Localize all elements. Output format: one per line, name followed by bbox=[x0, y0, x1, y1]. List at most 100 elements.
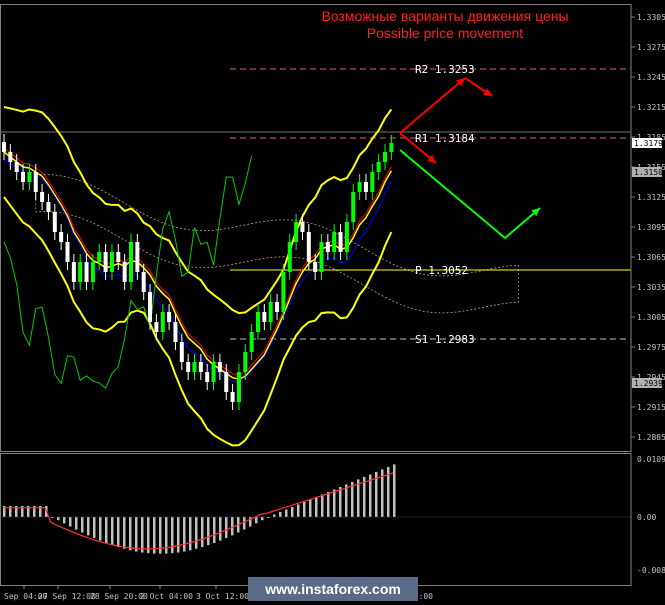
level-label: S1 1.2983 bbox=[415, 333, 475, 346]
osc-tick-label: -0.00867 bbox=[637, 566, 665, 575]
candle-body bbox=[135, 242, 140, 272]
candle-body bbox=[332, 232, 337, 252]
oscillator bbox=[0, 464, 631, 554]
price-tick-label: 1.3275 bbox=[637, 43, 665, 52]
histogram-bar bbox=[333, 489, 336, 517]
candle-body bbox=[141, 272, 146, 292]
histogram-bar bbox=[291, 506, 294, 517]
osc-tick-label: 0.01094 bbox=[637, 455, 665, 464]
indicator-lines bbox=[3, 106, 393, 447]
histogram-bar bbox=[87, 517, 90, 536]
candle-body bbox=[313, 262, 318, 272]
histogram-bar bbox=[147, 517, 150, 554]
histogram-bar bbox=[255, 517, 258, 524]
histogram-bar bbox=[285, 509, 288, 517]
candle-body bbox=[262, 312, 267, 322]
price-badge-label: 1.2939 bbox=[634, 379, 663, 388]
histogram-bar bbox=[213, 517, 216, 543]
price-tick-label: 1.3305 bbox=[637, 13, 665, 22]
price-tick-label: 1.2915 bbox=[637, 403, 665, 412]
histogram-bar bbox=[207, 517, 210, 546]
candle-body bbox=[148, 292, 153, 322]
candle-body bbox=[300, 222, 305, 232]
candle-body bbox=[186, 362, 191, 372]
histogram-bar bbox=[393, 464, 396, 517]
price-badge-label: 1.3150 bbox=[634, 168, 663, 177]
candle-body bbox=[281, 272, 286, 312]
price-badge-label: 1.3179 bbox=[634, 139, 663, 148]
candle-body bbox=[275, 302, 280, 312]
cloud-outline bbox=[35, 174, 519, 314]
histogram-bar bbox=[99, 517, 102, 541]
bollinger-middle bbox=[3, 151, 393, 380]
histogram-bar bbox=[231, 517, 234, 536]
histogram-bar bbox=[351, 481, 354, 517]
candle-body bbox=[338, 232, 343, 252]
price-tick-label: 1.3035 bbox=[637, 283, 665, 292]
histogram-bar bbox=[357, 479, 360, 517]
candle-body bbox=[78, 262, 83, 282]
level-label: R2 1.3253 bbox=[415, 63, 475, 76]
candle-body bbox=[376, 162, 381, 172]
candle-body bbox=[370, 172, 375, 192]
candle-body bbox=[84, 262, 89, 282]
price-tick-label: 1.3005 bbox=[637, 313, 665, 322]
candle-body bbox=[90, 262, 95, 282]
chart-title-en: Possible price movement bbox=[367, 25, 524, 41]
candle-body bbox=[167, 312, 172, 322]
candle-body bbox=[160, 312, 165, 332]
histogram-bar bbox=[279, 511, 282, 517]
candle-body bbox=[319, 242, 324, 272]
candle-body bbox=[306, 232, 311, 262]
candle-body bbox=[154, 322, 159, 332]
histogram-bar bbox=[81, 517, 84, 533]
candle-body bbox=[109, 252, 114, 272]
level-label: P 1.3052 bbox=[415, 264, 468, 277]
candle-body bbox=[97, 252, 102, 262]
candle-body bbox=[256, 312, 260, 332]
histogram-bar bbox=[171, 517, 174, 554]
histogram-bar bbox=[273, 514, 276, 517]
histogram-bar bbox=[183, 517, 186, 552]
histogram-bar bbox=[261, 517, 264, 521]
arrow-down-pivot bbox=[399, 149, 541, 240]
arrow-up-r2 bbox=[399, 77, 466, 134]
price-chart: R2 1.3253 R1 1.3184 P 1.3052 S1 1.2983 1.33… bbox=[0, 4, 665, 601]
histogram-bar bbox=[69, 517, 72, 527]
price-tick-label: 1.3065 bbox=[637, 253, 665, 262]
candle-body bbox=[59, 232, 64, 242]
ichimoku-cloud bbox=[35, 174, 519, 314]
histogram-bar bbox=[57, 517, 60, 521]
histogram-bar bbox=[63, 517, 66, 524]
candle-body bbox=[103, 252, 108, 272]
price-tick-label: 1.3125 bbox=[637, 193, 665, 202]
candle-body bbox=[122, 262, 127, 282]
candle-body bbox=[129, 242, 133, 282]
candle-body bbox=[351, 192, 356, 222]
watermark[interactable]: www.instaforex.com bbox=[248, 577, 418, 601]
histogram-bar bbox=[303, 501, 306, 517]
candle-body bbox=[243, 352, 248, 372]
candle-body bbox=[71, 262, 76, 282]
candle-body bbox=[14, 162, 19, 172]
histogram-bar bbox=[309, 499, 312, 517]
chart-title-ru: Возможные варианты движения цены bbox=[321, 8, 568, 24]
candle-body bbox=[383, 152, 387, 162]
histogram-bar bbox=[177, 517, 180, 553]
candle-body bbox=[357, 182, 362, 192]
candle-body bbox=[344, 222, 349, 252]
kijun-line bbox=[3, 159, 392, 383]
histogram-bar bbox=[321, 494, 324, 517]
histogram-bar bbox=[135, 517, 138, 552]
histogram-bar bbox=[195, 517, 198, 549]
histogram-bar bbox=[219, 517, 222, 541]
candle-body bbox=[179, 342, 184, 362]
time-tick-label: 3 Oct 12:00 bbox=[196, 592, 249, 601]
candle-body bbox=[2, 142, 6, 152]
histogram-bar bbox=[327, 491, 330, 517]
candle-body bbox=[52, 212, 57, 232]
histogram-bar bbox=[243, 517, 246, 530]
histogram-bar bbox=[339, 486, 342, 517]
candle-body bbox=[287, 242, 292, 272]
candle-body bbox=[217, 362, 222, 372]
